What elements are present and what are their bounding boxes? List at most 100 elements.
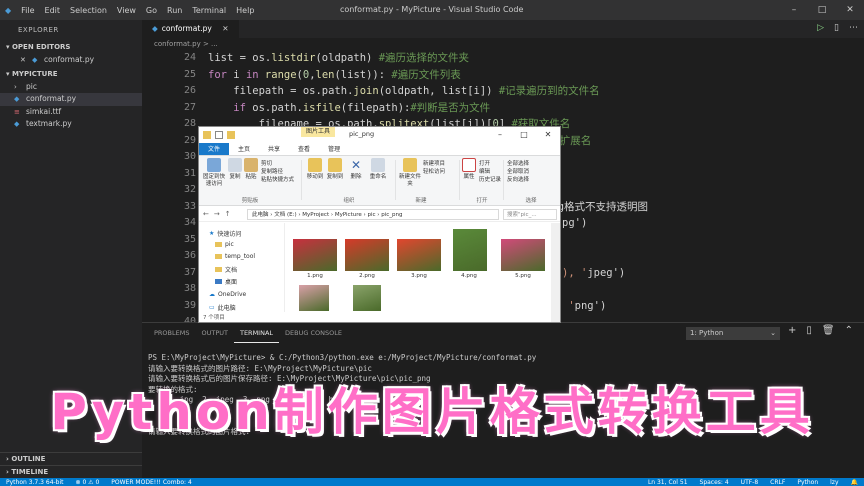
folder-section[interactable]: ▾ MYPICTURE [0, 67, 142, 81]
ribbon-tab-view[interactable]: 查看 [289, 143, 319, 155]
split-editor-icon[interactable]: ▯ [834, 23, 839, 33]
new-folder-icon[interactable] [227, 131, 235, 139]
code-line[interactable]: 24 list = os.listdir(oldpath) #遍历选择的文件夹 [142, 50, 864, 67]
status-encoding[interactable]: UTF-8 [735, 479, 765, 486]
breadcrumb-segment[interactable]: 此电脑 [252, 212, 269, 218]
new-item-button[interactable]: 新建项目 [423, 160, 445, 168]
tree-item-pic[interactable]: › pic [0, 81, 142, 94]
file-thumbnail[interactable] [345, 239, 389, 271]
chevron-up-icon[interactable]: ⌃ [845, 325, 853, 336]
open-button[interactable]: 打开 [479, 160, 490, 168]
nav-item-documents[interactable]: 文档 [215, 265, 237, 274]
rename-button[interactable]: 重命名 [367, 158, 389, 181]
explorer-scrollbar[interactable] [551, 223, 560, 322]
file-thumbnail[interactable] [397, 239, 441, 271]
ribbon-tab-file[interactable]: 文件 [199, 143, 230, 155]
breadcrumb-segment[interactable]: 文档 (E:) [274, 212, 296, 218]
timeline-section[interactable]: › TIMELINE [0, 465, 142, 478]
panel-tab-problems[interactable]: PROBLEMS [148, 323, 195, 343]
close-icon[interactable]: ✕ [222, 24, 228, 33]
select-all-button[interactable]: 全部选择 [507, 160, 529, 168]
status-power-mode[interactable]: POWER MODE!!! Combo: 4 [105, 479, 198, 486]
status-indent[interactable]: Spaces: 4 [694, 479, 735, 486]
tree-item-simkai[interactable]: ≡ simkai.ttf [0, 106, 142, 119]
code-line[interactable]: 27 if os.path.isfile(filepath):#判断是否为文件 [142, 100, 864, 117]
close-icon[interactable]: ✕ [836, 0, 864, 20]
paste-button[interactable]: 粘贴 [243, 158, 259, 181]
panel-tab-output[interactable]: OUTPUT [195, 323, 234, 343]
ribbon-tab-manage[interactable]: 管理 [319, 143, 349, 155]
breadcrumb-segment[interactable]: MyProject [302, 212, 329, 218]
file-thumbnail[interactable] [299, 285, 329, 311]
nav-item-quick-access[interactable]: ★ 快速访问 [209, 229, 241, 238]
nav-item-temp-tool[interactable]: temp_tool [215, 253, 255, 260]
minimize-icon[interactable]: – [488, 127, 512, 143]
pin-quick-access-button[interactable]: 固定到快速访问 [201, 158, 227, 188]
more-icon[interactable]: ⋯ [849, 23, 858, 33]
trash-icon[interactable]: 🗑 [822, 325, 835, 336]
outline-section[interactable]: › OUTLINE [0, 452, 142, 465]
select-none-button[interactable]: 全部取消 [507, 168, 529, 176]
menu-run[interactable]: Run [162, 6, 187, 15]
maximize-icon[interactable]: □ [808, 0, 836, 20]
status-user[interactable]: lzy [824, 479, 844, 486]
menu-edit[interactable]: Edit [40, 6, 66, 15]
add-terminal-icon[interactable]: + [788, 325, 796, 336]
history-button[interactable]: 历史记录 [479, 176, 501, 184]
file-thumbnail[interactable] [293, 239, 337, 271]
open-editors-section[interactable]: ▾ OPEN EDITORS [0, 40, 142, 54]
properties-icon[interactable] [215, 131, 223, 139]
run-icon[interactable]: ▷ [817, 23, 824, 33]
up-icon[interactable]: ↑ [225, 210, 231, 218]
file-thumbnail[interactable] [453, 229, 487, 271]
minimize-icon[interactable]: – [780, 0, 808, 20]
nav-item-onedrive[interactable]: ☁ OneDrive [209, 291, 246, 298]
menu-file[interactable]: File [16, 6, 39, 15]
status-problems[interactable]: ⊗ 0 ⚠ 0 [70, 479, 106, 486]
nav-item-desktop[interactable]: 桌面 [215, 277, 237, 286]
status-cursor[interactable]: Ln 31, Col 51 [642, 479, 694, 486]
menu-go[interactable]: Go [141, 6, 162, 15]
code-line[interactable]: 26 filepath = os.path.join(oldpath, list… [142, 83, 864, 100]
invert-selection-button[interactable]: 反向选择 [507, 176, 529, 184]
open-editor-item[interactable]: ✕ ◆ conformat.py [0, 54, 142, 67]
copy-button[interactable]: 复制 [227, 158, 243, 181]
new-folder-button[interactable]: 新建文件夹 [399, 158, 421, 188]
forward-icon[interactable]: → [214, 210, 220, 218]
ribbon-tab-home[interactable]: 主页 [229, 143, 259, 155]
ribbon-tab-share[interactable]: 共享 [259, 143, 289, 155]
panel-tab-terminal[interactable]: TERMINAL [233, 323, 280, 343]
menu-selection[interactable]: Selection [65, 6, 112, 15]
menu-view[interactable]: View [112, 6, 141, 15]
back-icon[interactable]: ← [203, 210, 209, 218]
status-language[interactable]: Python [791, 479, 824, 486]
bell-icon[interactable]: 🔔 [845, 479, 864, 486]
properties-button[interactable]: 属性 [461, 158, 477, 181]
file-thumbnail[interactable] [353, 285, 381, 311]
nav-item-pic[interactable]: pic [215, 241, 234, 248]
code-line[interactable]: 25 for i in range(0,len(list)): #遍历文件列表 [142, 67, 864, 84]
address-bar[interactable]: 此电脑 › 文档 (E:) › MyProject › MyPicture › … [247, 209, 499, 220]
maximize-icon[interactable]: □ [512, 127, 536, 143]
tree-item-textmark[interactable]: ◆ textmark.py [0, 118, 142, 131]
file-explorer-window[interactable]: 图片工具 pic_png – □ ✕ 文件 主页 共享 查看 管理 固定到快速访… [198, 126, 561, 323]
split-terminal-icon[interactable]: ▯ [806, 325, 812, 336]
breadcrumb[interactable]: conformat.py > ... [142, 38, 864, 50]
explorer-file-list[interactable]: 1.png 2.png 3.png 4.png 5.png [287, 223, 551, 312]
status-eol[interactable]: CRLF [764, 479, 791, 486]
file-thumbnail[interactable] [501, 239, 545, 271]
copy-to-button[interactable]: 复制到 [325, 158, 345, 181]
breadcrumb-segment[interactable]: pic_png [381, 212, 402, 218]
close-icon[interactable]: ✕ [20, 54, 29, 67]
easy-access-button[interactable]: 轻松访问 [423, 168, 445, 176]
tree-item-conformat[interactable]: ◆ conformat.py [0, 93, 142, 106]
close-icon[interactable]: ✕ [536, 127, 560, 143]
move-to-button[interactable]: 移动到 [305, 158, 325, 181]
menu-terminal[interactable]: Terminal [187, 6, 231, 15]
panel-tab-debug-console[interactable]: DEBUG CONSOLE [279, 323, 348, 343]
menu-help[interactable]: Help [231, 6, 259, 15]
breadcrumb-segment[interactable]: pic [367, 212, 375, 218]
explorer-search-input[interactable]: 搜索"pic_... [503, 209, 557, 220]
paste-shortcut-button[interactable]: 粘贴快捷方式 [261, 176, 294, 184]
editor-tab-conformat[interactable]: ◆ conformat.py ✕ [142, 20, 240, 38]
